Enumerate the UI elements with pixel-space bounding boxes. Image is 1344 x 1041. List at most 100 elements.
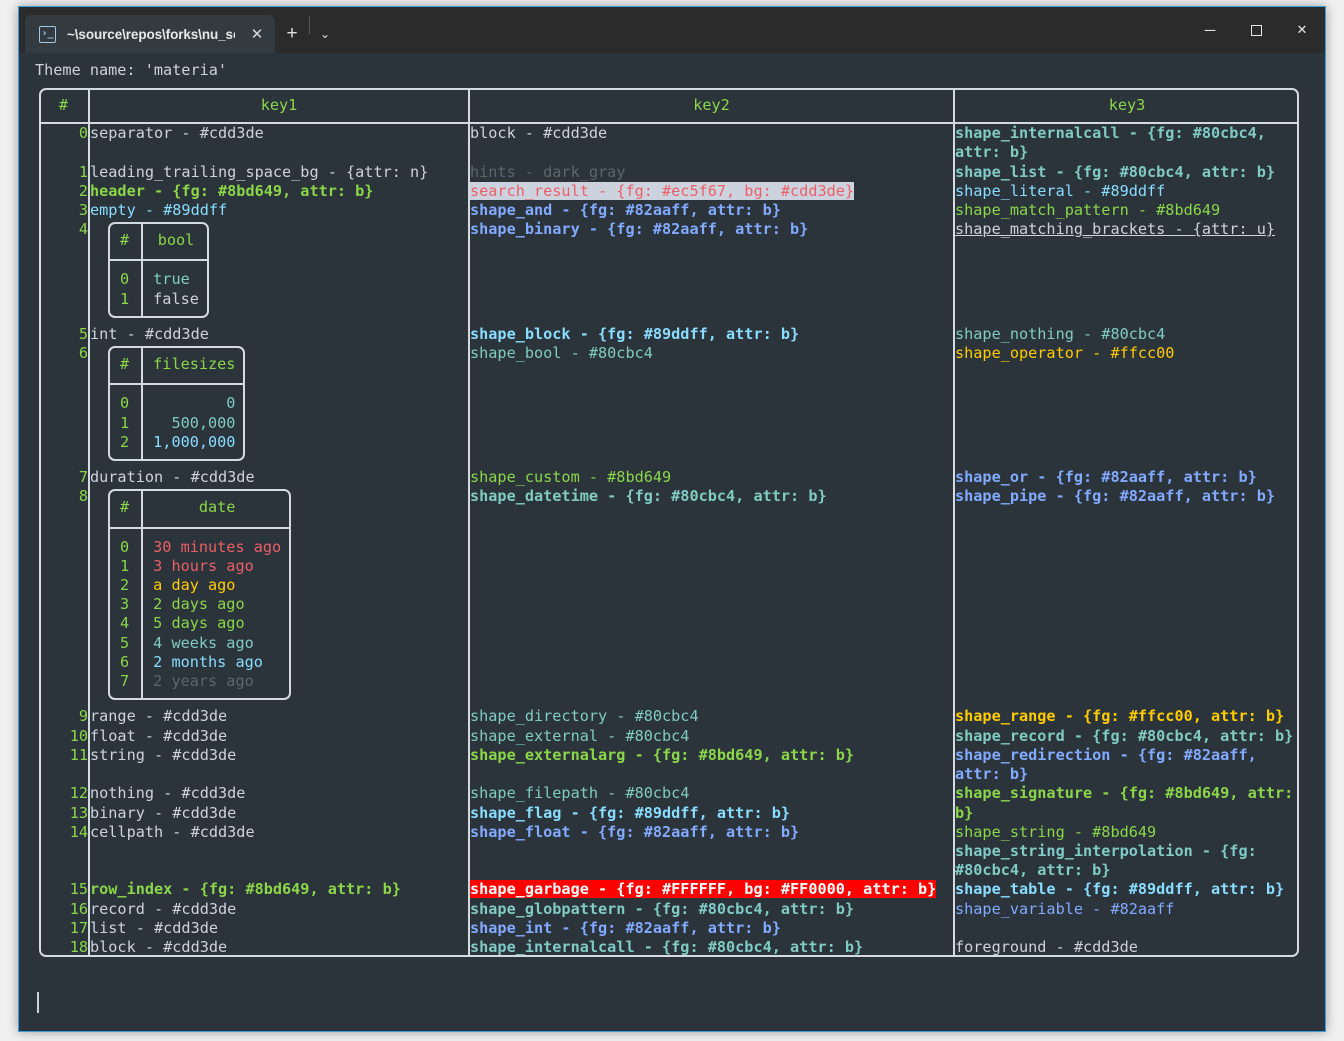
row-index: 2 bbox=[78, 181, 88, 200]
theme-entry: shape_and - {fg: #82aaff, attr: b} bbox=[470, 201, 953, 220]
nested-row-index: 1 bbox=[120, 556, 130, 575]
theme-entry-text: shape_table - {fg: #89ddff, attr: b} bbox=[955, 880, 1285, 899]
theme-entry-text: block - #cdd3de bbox=[90, 937, 228, 956]
nested-row-value: 2 years ago bbox=[141, 672, 292, 701]
theme-entry: shape_variable - #82aaff bbox=[955, 900, 1299, 919]
table-body: 0 separator - #cdd3de block - #cdd3de shape… bbox=[39, 123, 1299, 958]
window-controls: ─ ✕ bbox=[1187, 7, 1325, 53]
terminal-content[interactable]: Theme name: 'materia' # key1 key2 key3 0… bbox=[19, 53, 1325, 1031]
cell-key2: shape_garbage - {fg: #FFFFFF, bg: #FF000… bbox=[468, 880, 954, 958]
nested-row-value: 500,000 bbox=[141, 413, 246, 433]
theme-name-line: Theme name: 'materia' bbox=[35, 61, 228, 79]
theme-entry-text: float - #cdd3de bbox=[90, 726, 228, 745]
minimize-button[interactable]: ─ bbox=[1187, 7, 1233, 53]
theme-entry-text: shape_operator - #ffcc00 bbox=[955, 344, 1175, 363]
nested-header-row: # filesizes bbox=[108, 346, 246, 386]
theme-entry: shape_filepath - #80cbc4 bbox=[470, 784, 953, 803]
cell-key3: shape_nothing - #80cbc4 shape_operator - … bbox=[953, 325, 1299, 469]
table-row: 5 6 int - #cdd3de # filesizes 0 0 1 500,000 2 1,00… bbox=[39, 325, 1299, 469]
new-tab-button[interactable]: + bbox=[275, 15, 309, 53]
theme-entry-text: shape_matching_brackets - {attr: u} bbox=[955, 220, 1276, 239]
nested-row-value: 3 hours ago bbox=[141, 556, 292, 577]
cell-key1: row_index - {fg: #8bd649, attr: b} record… bbox=[88, 880, 469, 958]
theme-entry-text: record - #cdd3de bbox=[90, 899, 237, 918]
nested-header-row: # bool bbox=[108, 222, 209, 262]
nested-row-value: 5 days ago bbox=[141, 614, 292, 634]
theme-entry-text: string - #cdd3de bbox=[90, 745, 237, 764]
nested-row-value: 1,000,000 bbox=[141, 432, 246, 462]
theme-entry: shape_signature - {fg: #8bd649, attr: b} bbox=[955, 784, 1299, 822]
nested-row-index: 3 bbox=[120, 595, 130, 614]
nested-row-index: 7 bbox=[120, 672, 130, 691]
nested-row-index: 4 bbox=[120, 614, 130, 633]
theme-entry-text: shape_string - #8bd649 bbox=[955, 822, 1157, 841]
table-row: 15 16 17 18 row_index - {fg: #8bd649, attr: … bbox=[39, 880, 1299, 958]
theme-entry-text: shape_and - {fg: #82aaff, attr: b} bbox=[470, 201, 781, 220]
nested-table-row: 1 500,000 bbox=[108, 413, 246, 433]
nested-header-bool: bool bbox=[141, 222, 209, 262]
cell-key3: shape_table - {fg: #89ddff, attr: b} shap… bbox=[953, 880, 1299, 958]
row-index-cell: 78 bbox=[39, 468, 89, 707]
theme-entry: shape_directory - #80cbc4 bbox=[470, 707, 953, 726]
close-tab-icon[interactable]: ✕ bbox=[245, 21, 269, 47]
cell-key3: shape_range - {fg: #ffcc00, attr: b} shap… bbox=[953, 707, 1299, 785]
theme-entry-text: shape_variable - #82aaff bbox=[955, 899, 1175, 918]
tab-title: ~\source\repos\forks\nu_scrip bbox=[67, 26, 235, 42]
theme-entry: shape_string_interpolation - {fg: #80cbc… bbox=[955, 842, 1299, 880]
theme-entry-text: header - {fg: #8bd649, attr: b} bbox=[90, 181, 374, 200]
nested-table-row: 2 1,000,000 bbox=[108, 432, 246, 462]
row-index: 12 bbox=[69, 784, 88, 803]
tab-active[interactable]: ›_ ~\source\repos\forks\nu_scrip ✕ bbox=[25, 15, 275, 53]
row-index: 11 bbox=[69, 745, 88, 764]
theme-entry-text: shape_filepath - #80cbc4 bbox=[470, 784, 690, 803]
table-row: 0 separator - #cdd3de block - #cdd3de shape… bbox=[39, 123, 1299, 163]
row-index: 8 bbox=[78, 487, 88, 506]
nested-header-filesizes: filesizes bbox=[141, 346, 246, 386]
theme-entry: shape_bool - #80cbc4 bbox=[470, 344, 953, 363]
nested-table-row: 3 2 days ago bbox=[108, 595, 292, 615]
theme-entry: cellpath - #cdd3de bbox=[90, 823, 468, 842]
theme-entry-text: shape_pipe - {fg: #82aaff, attr: b} bbox=[955, 487, 1276, 506]
table-header-row: # key1 key2 key3 bbox=[39, 88, 1299, 125]
powershell-prompt-icon: ›_ bbox=[39, 25, 56, 43]
theme-entry-text: duration - #cdd3de bbox=[90, 468, 255, 487]
theme-entry: shape_range - {fg: #ffcc00, attr: b} bbox=[955, 707, 1299, 726]
theme-entry-text: shape_redirection - {fg: #82aaff, attr: … bbox=[955, 745, 1266, 784]
cell-key3: shape_or - {fg: #82aaff, attr: b} shape_p… bbox=[953, 468, 1299, 708]
theme-entry: shape_pipe - {fg: #82aaff, attr: b} bbox=[955, 487, 1299, 506]
theme-entry: header - {fg: #8bd649, attr: b} bbox=[90, 182, 468, 201]
nested-table-row: 1 false bbox=[108, 289, 209, 318]
cell-key1: separator - #cdd3de bbox=[88, 123, 469, 163]
theme-entry-text: nothing - #cdd3de bbox=[90, 784, 246, 803]
nested-row-index: 2 bbox=[120, 432, 130, 451]
close-window-button[interactable]: ✕ bbox=[1279, 7, 1325, 53]
cell-key3: shape_list - {fg: #80cbc4, attr: b} shape… bbox=[953, 162, 1299, 326]
chevron-down-icon[interactable]: ⌄ bbox=[310, 15, 340, 53]
theme-entry-text: foreground - #cdd3de bbox=[955, 937, 1138, 956]
nested-row-value: 2 months ago bbox=[141, 652, 292, 673]
theme-entry-text: list - #cdd3de bbox=[90, 918, 219, 937]
text-cursor bbox=[37, 992, 39, 1013]
theme-entry: shape_block - {fg: #89ddff, attr: b} bbox=[470, 325, 953, 344]
cell-key1: int - #cdd3de # filesizes 0 0 1 500,000 2 1,000,… bbox=[88, 325, 469, 469]
theme-entry-text: shape_signature - {fg: #8bd649, attr: b} bbox=[955, 784, 1303, 822]
theme-entry: shape_match_pattern - #8bd649 bbox=[955, 201, 1299, 220]
nested-row-value: 0 bbox=[141, 384, 246, 414]
row-index: 16 bbox=[69, 899, 88, 918]
row-index: 1 bbox=[78, 162, 88, 181]
nested-header-date: date bbox=[141, 489, 292, 529]
tab-strip: ›_ ~\source\repos\forks\nu_scrip ✕ + ⌄ bbox=[19, 7, 340, 53]
cell-key2: shape_block - {fg: #89ddff, attr: b} shap… bbox=[468, 325, 954, 469]
maximize-icon bbox=[1250, 24, 1262, 36]
theme-entry-text: shape_match_pattern - #8bd649 bbox=[955, 201, 1221, 220]
theme-entry: shape_literal - #89ddff bbox=[955, 182, 1299, 201]
theme-entry-text: shape_list - {fg: #80cbc4, attr: b} bbox=[955, 162, 1276, 181]
theme-entry-text: shape_float - {fg: #82aaff, attr: b} bbox=[470, 822, 800, 841]
theme-entry: separator - #cdd3de bbox=[90, 124, 468, 143]
theme-entry-text: empty - #89ddff bbox=[90, 201, 228, 220]
theme-entry: shape_redirection - {fg: #82aaff, attr: … bbox=[955, 746, 1299, 784]
theme-entry-text: shape_directory - #80cbc4 bbox=[470, 707, 699, 726]
maximize-button[interactable] bbox=[1233, 7, 1279, 53]
header-key3: key3 bbox=[953, 88, 1299, 125]
theme-entry: shape_garbage - {fg: #FFFFFF, bg: #FF000… bbox=[470, 880, 953, 899]
